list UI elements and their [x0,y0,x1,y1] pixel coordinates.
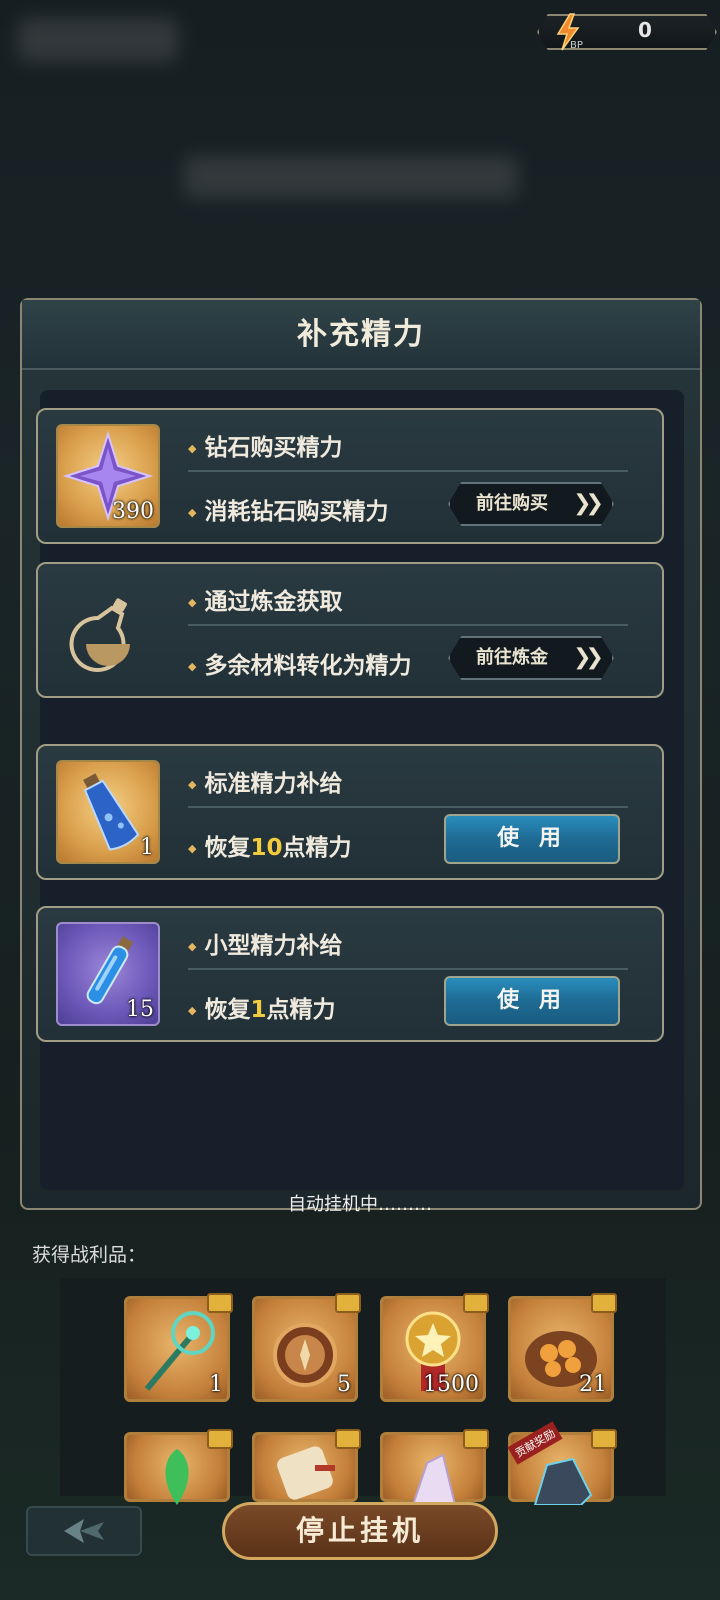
chest-icon [591,1429,617,1449]
divider [188,624,628,626]
alchemy-flask-icon [56,578,160,682]
card-description: 恢复10点精力 [188,828,351,862]
chest-icon [207,1429,233,1449]
divider [188,470,628,472]
back-button[interactable] [26,1506,142,1556]
item-count: 1 [140,835,154,860]
card-alchemy: 通过炼金获取 多余材料转化为精力 前往炼金 ❯❯ [36,562,664,698]
go-alchemy-label: 前往炼金 [476,647,548,668]
loot-item-crystal[interactable] [380,1429,489,1506]
diamond-star-icon: 390 [56,424,160,528]
card-description: 恢复1点精力 [188,990,335,1024]
divider [188,806,628,808]
chest-icon [463,1293,489,1313]
double-chevron-icon: ❯❯ [573,645,604,670]
double-chevron-icon: ❯❯ [573,491,604,516]
divider [188,968,628,970]
loot-qty: 1500 [423,1372,479,1397]
back-arrow-icon [64,1519,104,1543]
go-buy-button[interactable]: 前往购买 ❯❯ [448,482,614,526]
card-small-supply: 15 小型精力补给 恢复1点精力 使 用 [36,906,664,1042]
loot-item-food-basket[interactable]: 21 [508,1293,617,1402]
go-buy-label: 前往购买 [476,493,548,514]
card-description: 消耗钻石购买精力 [188,492,388,526]
bp-value: 0 [638,18,652,42]
loot-item-ore[interactable]: 贡献奖励 [507,1421,617,1506]
chest-icon [591,1293,617,1313]
bp-label: BP [570,40,583,51]
loot-item-herb[interactable] [124,1429,233,1505]
card-description: 多余材料转化为精力 [188,646,411,680]
loot-qty: 5 [337,1372,351,1397]
card-title: 钻石购买精力 [188,428,342,462]
panel-title: 补充精力 [22,300,700,370]
loot-item-medal[interactable]: 1500 [380,1293,489,1402]
card-diamond-purchase: 390 钻石购买精力 消耗钻石购买精力 前往购买 ❯❯ [36,408,664,544]
loot-qty: 1 [209,1372,223,1397]
chest-icon [335,1293,361,1313]
small-potion-icon: 15 [56,922,160,1026]
blurred-title [18,18,178,62]
card-title: 通过炼金获取 [188,582,342,616]
item-count: 15 [126,997,154,1022]
blue-potion-icon: 1 [56,760,160,864]
chest-icon [463,1429,489,1449]
stop-idle-button[interactable]: 停止挂机 [222,1502,498,1560]
auto-idle-status: 自动挂机中……… [288,1194,432,1215]
card-standard-supply: 1 标准精力补给 恢复10点精力 使 用 [36,744,664,880]
loot-label: 获得战利品： [32,1244,147,1266]
use-button[interactable]: 使 用 [444,976,620,1026]
loot-qty: 21 [579,1372,607,1397]
lightning-icon: BP [556,13,583,51]
card-title: 标准精力补给 [188,764,342,798]
item-count: 390 [112,499,154,524]
blurred-subtitle [184,156,518,198]
go-alchemy-button[interactable]: 前往炼金 ❯❯ [448,636,614,680]
card-title: 小型精力补给 [188,926,342,960]
loot-item-scroll[interactable] [252,1429,361,1502]
use-button[interactable]: 使 用 [444,814,620,864]
chest-icon [207,1293,233,1313]
loot-item-compass[interactable]: 5 [252,1293,361,1402]
chest-icon [335,1429,361,1449]
loot-item-staff[interactable]: 1 [124,1293,233,1402]
